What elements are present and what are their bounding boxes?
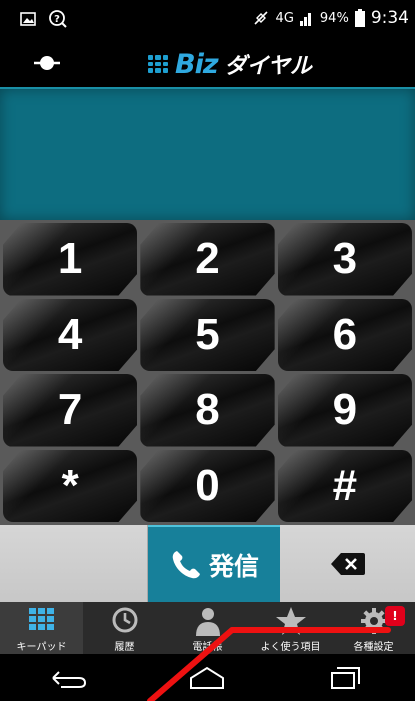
back-icon	[52, 670, 87, 688]
backspace-button[interactable]	[280, 525, 415, 602]
home-icon	[190, 666, 225, 689]
tab-label: 各種設定	[353, 642, 394, 653]
tab-phonebook[interactable]: 電話帳	[166, 602, 249, 654]
key-label: 9	[332, 385, 358, 435]
tab-favorites[interactable]: よく使う項目	[249, 602, 332, 654]
tab-keypad[interactable]: キーパッド	[0, 602, 83, 654]
home-button[interactable]	[172, 658, 242, 698]
status-bar: ? 4G 94% 9:34	[0, 0, 415, 40]
system-nav-bar	[0, 654, 415, 701]
settings-alert-badge: !	[385, 606, 405, 626]
tab-label: キーパッド	[16, 642, 67, 653]
key-9[interactable]: 9	[277, 374, 412, 447]
image-notification-icon	[20, 12, 36, 26]
tab-history[interactable]: 履歴	[83, 602, 166, 654]
key-4[interactable]: 4	[3, 298, 138, 371]
key-label: #	[332, 460, 358, 510]
key-label: 5	[195, 309, 220, 359]
key-7[interactable]: 7	[3, 374, 138, 447]
key-label: 2	[195, 234, 220, 284]
star-icon	[275, 607, 306, 635]
clock-icon	[112, 607, 137, 633]
tab-label: よく使う項目	[260, 642, 321, 653]
location-target-icon[interactable]	[32, 52, 62, 74]
action-row: 発信	[0, 525, 415, 602]
help-notification-icon: ?	[49, 10, 67, 28]
recent-apps-icon	[330, 666, 360, 689]
signal-icon	[299, 13, 311, 26]
app-logo: Biz ダイヤル	[148, 48, 312, 80]
biz-dial-app: ? 4G 94% 9:34 Biz ダイヤル 1 2 3 4 5 6 7 8 9…	[0, 0, 415, 701]
blank-action-area	[0, 525, 148, 602]
key-0[interactable]: 0	[140, 449, 275, 522]
key-label: 7	[57, 385, 83, 435]
key-label: 3	[332, 234, 358, 284]
backspace-icon	[330, 552, 365, 575]
dial-keypad: 1 2 3 4 5 6 7 8 9 * 0 #	[0, 220, 415, 525]
key-3[interactable]: 3	[277, 223, 412, 296]
key-star[interactable]: *	[3, 449, 138, 522]
number-display	[0, 89, 415, 220]
call-button[interactable]: 発信	[148, 525, 280, 602]
key-label: 0	[195, 460, 220, 510]
key-label: 6	[332, 309, 358, 359]
logo-title: ダイヤル	[224, 54, 312, 79]
tab-label: 履歴	[114, 642, 135, 653]
back-button[interactable]	[34, 658, 104, 698]
mute-icon	[253, 11, 268, 25]
key-label: *	[61, 460, 79, 510]
phone-icon	[172, 550, 200, 578]
key-8[interactable]: 8	[140, 374, 275, 447]
key-5[interactable]: 5	[140, 298, 275, 371]
svg-text:?: ?	[54, 14, 60, 25]
battery-icon	[354, 9, 365, 27]
app-header: Biz ダイヤル	[0, 40, 415, 89]
key-hash[interactable]: #	[277, 449, 412, 522]
tab-settings[interactable]: ! 各種設定	[332, 602, 415, 654]
call-label: 発信	[208, 551, 259, 581]
network-type: 4G	[275, 10, 294, 26]
logo-grid-icon	[148, 55, 168, 73]
key-label: 4	[57, 309, 83, 359]
key-label: 8	[195, 385, 220, 435]
key-6[interactable]: 6	[277, 298, 412, 371]
recent-apps-button[interactable]	[311, 658, 381, 698]
key-1[interactable]: 1	[3, 223, 138, 296]
battery-percent: 94%	[319, 10, 349, 26]
key-label: 1	[57, 234, 83, 284]
tab-label: 電話帳	[192, 642, 223, 653]
bottom-tab-bar: キーパッド 履歴 電話帳 よく使う項目 ! 各種設定	[0, 602, 415, 654]
logo-brand: Biz	[175, 48, 219, 80]
key-2[interactable]: 2	[140, 223, 275, 296]
person-icon	[195, 608, 220, 636]
keypad-icon	[28, 608, 54, 630]
clock-time: 9:34	[370, 8, 409, 28]
